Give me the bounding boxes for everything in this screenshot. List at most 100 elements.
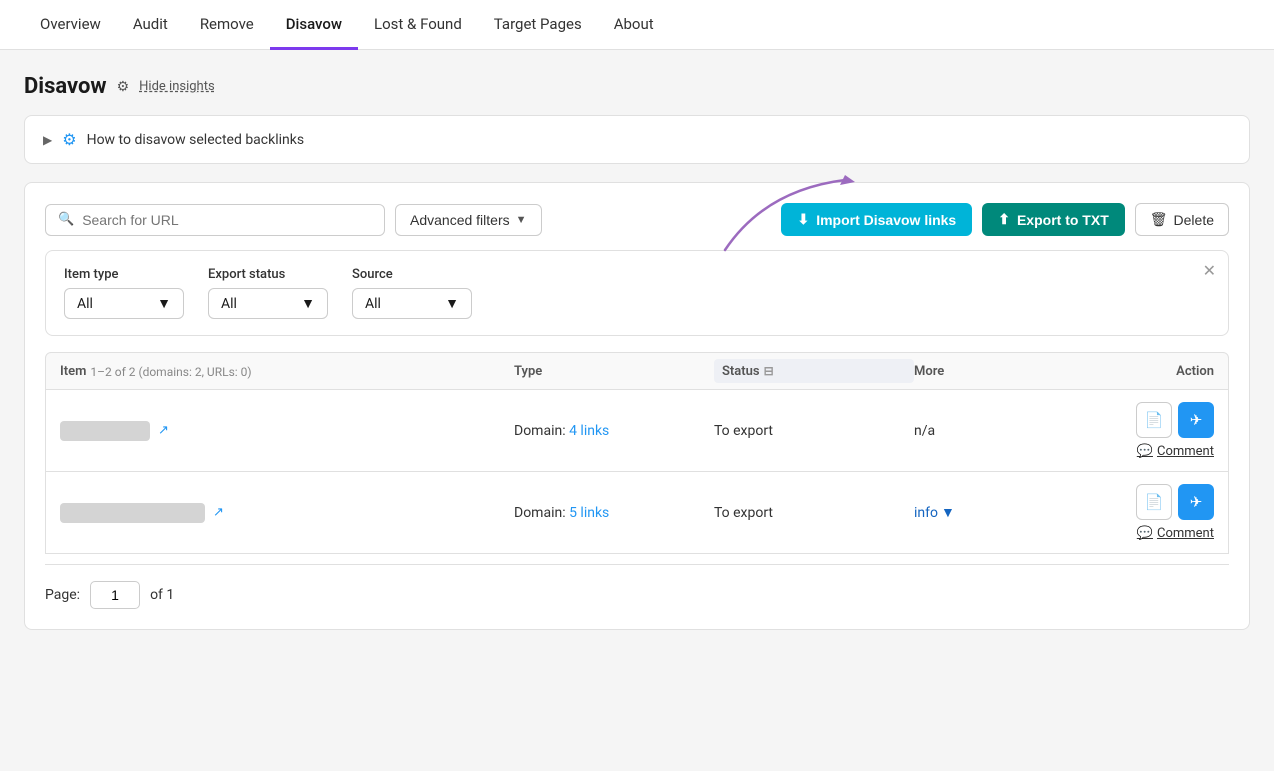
toolbar: 🔍 Advanced filters ▼ ⬇ Import Disavow li… — [45, 203, 1229, 236]
more-cell-1: n/a — [914, 423, 1064, 439]
source-chevron: ▼ — [445, 295, 459, 312]
import-icon: ⬇ — [797, 211, 809, 228]
delete-label: Delete — [1174, 212, 1214, 228]
insights-text: How to disavow selected backlinks — [87, 132, 305, 148]
export-status-select[interactable]: All ▼ — [208, 288, 328, 319]
source-label: Source — [352, 267, 472, 282]
type-links-1: 4 links — [569, 423, 609, 439]
th-item: Item 1–2 of 2 (domains: 2, URLs: 0) — [60, 363, 514, 379]
type-label-1: Domain: — [514, 423, 566, 439]
th-status[interactable]: Status ⊟ — [714, 359, 914, 383]
action-icons-2: 📄 ✈ — [1136, 484, 1214, 520]
table-row: ↗ Domain: 4 links To export n/a 📄 ✈ 💬 Co… — [45, 390, 1229, 472]
info-link-2[interactable]: info ▼ — [914, 504, 1064, 521]
item-type-filter-group: Item type All ▼ — [64, 267, 184, 319]
th-action-label: Action — [1176, 364, 1214, 379]
source-select[interactable]: All ▼ — [352, 288, 472, 319]
send-icon-button-1[interactable]: ✈ — [1178, 402, 1214, 438]
nav-audit[interactable]: Audit — [117, 1, 184, 50]
th-action: Action — [1064, 363, 1214, 379]
document-icon-button-2[interactable]: 📄 — [1136, 484, 1172, 520]
th-status-label: Status — [722, 364, 760, 379]
import-button[interactable]: ⬇ Import Disavow links — [781, 203, 972, 236]
top-navigation: Overview Audit Remove Disavow Lost & Fou… — [0, 0, 1274, 50]
export-icon: ⬆ — [998, 211, 1010, 228]
type-cell-1: Domain: 4 links — [514, 423, 714, 439]
nav-target-pages[interactable]: Target Pages — [478, 1, 598, 50]
page-title: Disavow — [24, 74, 107, 99]
hide-insights-button[interactable]: Hide insights — [139, 79, 215, 94]
close-filters-button[interactable]: ✕ — [1203, 261, 1216, 280]
filters-panel: ✕ Item type All ▼ Export status All ▼ — [45, 250, 1229, 336]
th-more-label: More — [914, 364, 944, 379]
comment-link-2[interactable]: 💬 Comment — [1137, 526, 1214, 541]
item-domain-2 — [60, 503, 205, 523]
pagination: Page: of 1 — [45, 564, 1229, 609]
th-item-label: Item — [60, 364, 86, 379]
main-card: 🔍 Advanced filters ▼ ⬇ Import Disavow li… — [24, 182, 1250, 630]
info-chevron-2: ▼ — [941, 504, 955, 521]
source-value: All — [365, 296, 381, 312]
comment-icon-1: 💬 — [1137, 444, 1153, 459]
advanced-filters-button[interactable]: Advanced filters ▼ — [395, 204, 542, 236]
comment-label-2: Comment — [1157, 526, 1214, 541]
nav-overview[interactable]: Overview — [24, 1, 117, 50]
source-filter-group: Source All ▼ — [352, 267, 472, 319]
type-links-2: 5 links — [569, 505, 609, 521]
more-cell-2: info ▼ — [914, 504, 1064, 521]
import-label: Import Disavow links — [816, 212, 956, 228]
export-status-label: Export status — [208, 267, 328, 282]
trash-icon: 🗑 — [1150, 211, 1168, 228]
item-cell-2: ↗ — [60, 503, 514, 523]
item-type-select[interactable]: All ▼ — [64, 288, 184, 319]
comment-icon-2: 💬 — [1137, 526, 1153, 541]
nav-remove[interactable]: Remove — [184, 1, 270, 50]
external-link-icon-1[interactable]: ↗ — [158, 423, 169, 438]
table-row: ↗ Domain: 5 links To export info ▼ 📄 ✈ 💬… — [45, 472, 1229, 554]
item-type-value: All — [77, 296, 93, 312]
th-type: Type — [514, 363, 714, 379]
status-cell-1: To export — [714, 423, 914, 439]
page-label: Page: — [45, 587, 80, 603]
export-button-wrapper: ⬆ Export to TXT — [982, 203, 1125, 236]
export-status-value: All — [221, 296, 237, 312]
type-label-2: Domain: — [514, 505, 566, 521]
document-icon-button-1[interactable]: 📄 — [1136, 402, 1172, 438]
item-cell-1: ↗ — [60, 421, 514, 441]
export-label: Export to TXT — [1017, 212, 1109, 228]
settings-icon: ⚙ — [117, 79, 130, 95]
external-link-icon-2[interactable]: ↗ — [213, 505, 224, 520]
insights-card: ▶ ⚙ How to disavow selected backlinks — [24, 115, 1250, 164]
export-status-chevron: ▼ — [301, 295, 315, 312]
nav-disavow[interactable]: Disavow — [270, 1, 358, 50]
page-input[interactable] — [90, 581, 140, 609]
nav-about[interactable]: About — [598, 1, 670, 50]
export-button[interactable]: ⬆ Export to TXT — [982, 203, 1125, 236]
export-status-filter-group: Export status All ▼ — [208, 267, 328, 319]
item-type-chevron: ▼ — [157, 295, 171, 312]
nav-lost-found[interactable]: Lost & Found — [358, 1, 478, 50]
table-header: Item 1–2 of 2 (domains: 2, URLs: 0) Type… — [45, 352, 1229, 390]
comment-label-1: Comment — [1157, 444, 1214, 459]
delete-button[interactable]: 🗑 Delete — [1135, 203, 1229, 236]
advanced-filters-label: Advanced filters — [410, 212, 510, 228]
item-domain-1 — [60, 421, 150, 441]
item-type-label: Item type — [64, 267, 184, 282]
table-summary: 1–2 of 2 (domains: 2, URLs: 0) — [90, 365, 251, 379]
search-box: 🔍 — [45, 204, 385, 236]
status-cell-2: To export — [714, 505, 914, 521]
action-cell-2: 📄 ✈ 💬 Comment — [1064, 484, 1214, 541]
type-cell-2: Domain: 5 links — [514, 505, 714, 521]
action-icons-1: 📄 ✈ — [1136, 402, 1214, 438]
page-body: Disavow ⚙ Hide insights ▶ ⚙ How to disav… — [0, 50, 1274, 771]
th-more: More — [914, 363, 1064, 379]
filter-icon: ⊟ — [764, 364, 774, 378]
insights-gear-icon: ⚙ — [62, 130, 76, 149]
comment-link-1[interactable]: 💬 Comment — [1137, 444, 1214, 459]
filters-row: Item type All ▼ Export status All ▼ Sour… — [64, 267, 1210, 319]
expand-icon[interactable]: ▶ — [43, 133, 52, 147]
search-input[interactable] — [82, 212, 372, 228]
info-label-2: info — [914, 505, 938, 521]
search-icon: 🔍 — [58, 212, 74, 227]
send-icon-button-2[interactable]: ✈ — [1178, 484, 1214, 520]
